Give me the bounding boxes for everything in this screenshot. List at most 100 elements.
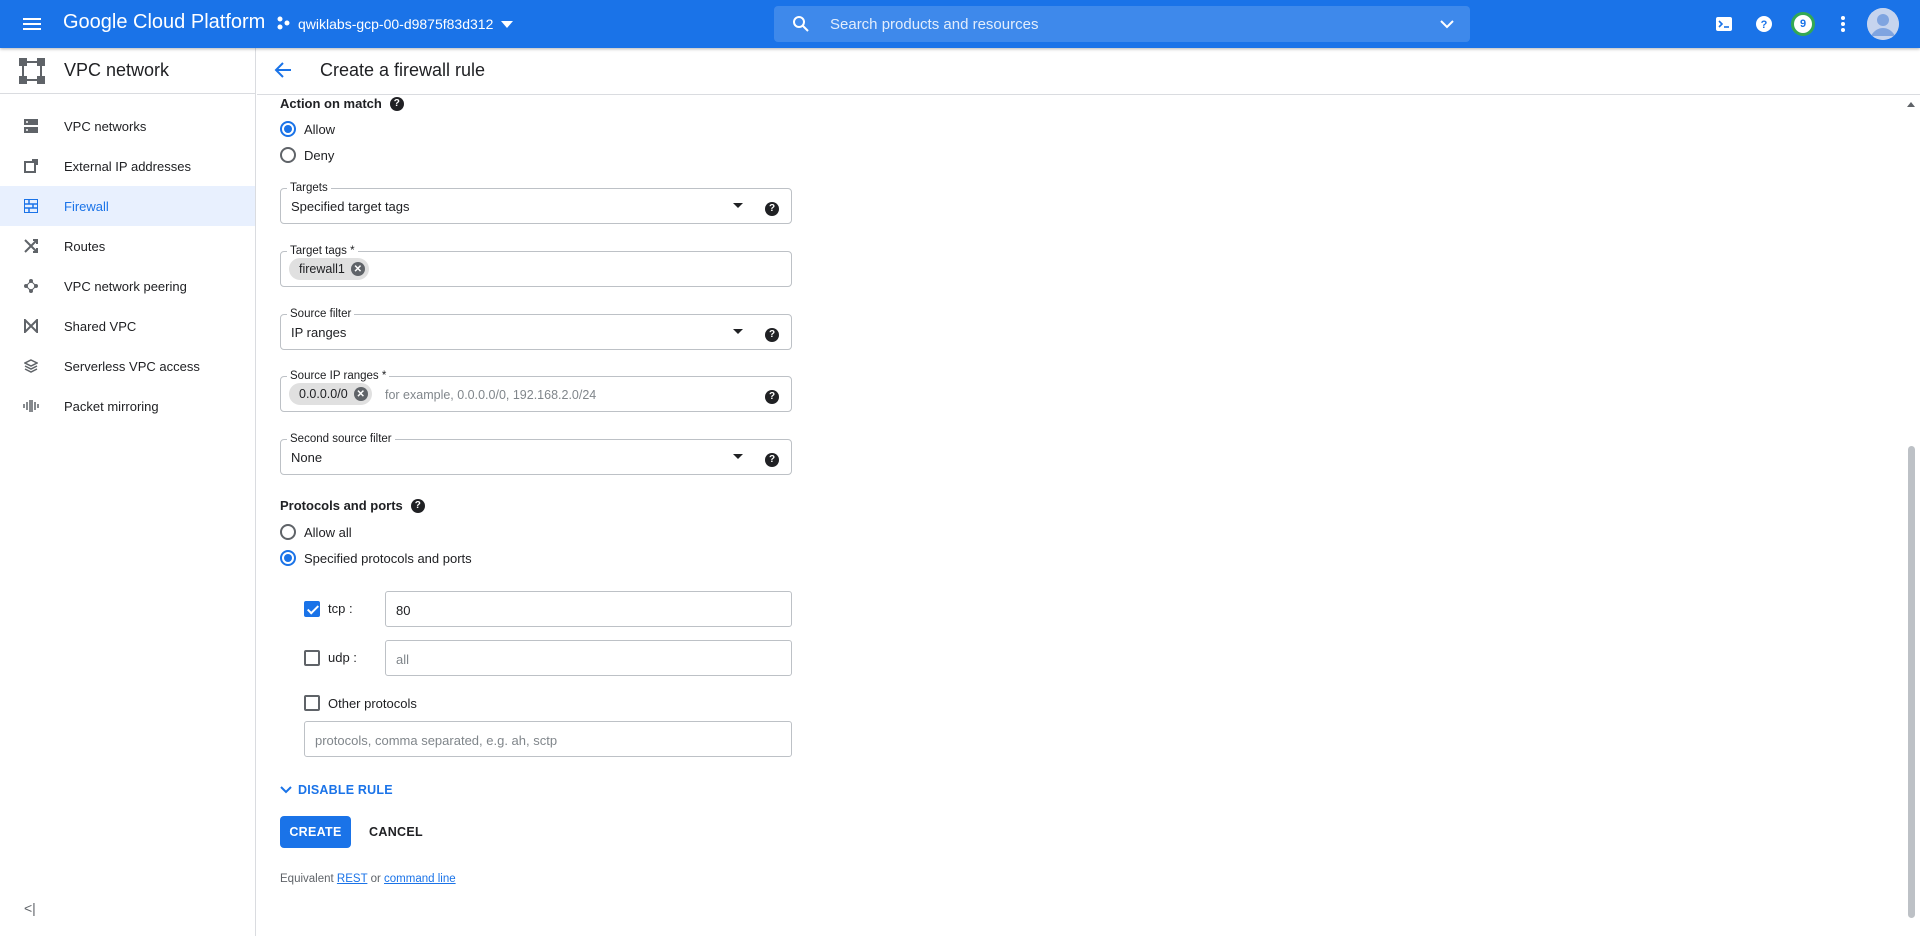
second-source-filter-value: None	[291, 450, 323, 465]
radio-button[interactable]	[280, 550, 296, 566]
sidebar-item-serverless-vpc[interactable]: Serverless VPC access	[0, 346, 255, 386]
vpc-network-logo-icon	[18, 57, 46, 88]
target-tags-input[interactable]: Target tags * firewall1 ✕	[280, 244, 792, 287]
sidebar-item-packet-mirroring[interactable]: Packet mirroring	[0, 386, 255, 426]
protocols-ports-section: Protocols and ports ?	[280, 498, 425, 513]
command-line-link[interactable]: command line	[384, 873, 456, 885]
sidebar-item-vpc-networks[interactable]: VPC networks	[0, 106, 255, 146]
udp-ports-input[interactable]: all	[385, 640, 792, 676]
radio-label: Deny	[304, 147, 335, 163]
help-icon[interactable]: ?	[765, 450, 779, 467]
equivalent-or: or	[370, 873, 381, 885]
radio-allow[interactable]: Allow	[280, 121, 335, 137]
notifications-icon[interactable]: 9	[1791, 12, 1815, 36]
targets-value: Specified target tags	[291, 199, 410, 214]
radio-button[interactable]	[280, 524, 296, 540]
help-icon[interactable]: ?	[765, 199, 779, 216]
source-ip-placeholder: for example, 0.0.0.0/0, 192.168.2.0/24	[385, 388, 597, 402]
help-icon[interactable]: ?	[765, 387, 779, 404]
targets-label: Targets	[287, 181, 331, 195]
shared-vpc-icon	[22, 318, 40, 334]
search-expand-icon[interactable]	[1438, 15, 1456, 36]
source-filter-select[interactable]: Source filter IP ranges ?	[280, 307, 792, 350]
sidebar-item-label: External IP addresses	[64, 158, 191, 174]
udp-ports-placeholder: all	[396, 652, 410, 667]
hamburger-menu-icon[interactable]	[20, 12, 44, 36]
sidebar-item-label: Firewall	[64, 198, 109, 214]
notification-count: 9	[1791, 12, 1815, 36]
radio-deny[interactable]: Deny	[280, 147, 334, 163]
firewall-icon	[22, 198, 40, 214]
serverless-icon	[22, 358, 40, 374]
dropdown-arrow-icon	[733, 454, 743, 459]
radio-button[interactable]	[280, 121, 296, 137]
other-protocols-checkbox[interactable]	[304, 695, 320, 711]
vpc-networks-icon	[22, 118, 40, 134]
radio-button[interactable]	[280, 147, 296, 163]
routes-icon	[22, 238, 40, 254]
page-scrollbar[interactable]	[1902, 96, 1920, 936]
collapse-sidebar-icon[interactable]: <|	[24, 900, 36, 916]
sidebar-item-firewall[interactable]: Firewall	[0, 186, 255, 226]
search-placeholder: Search products and resources	[830, 15, 1039, 33]
udp-checkbox[interactable]	[304, 650, 320, 666]
second-source-filter-select[interactable]: Second source filter None ?	[280, 432, 792, 475]
target-tags-label: Target tags *	[287, 244, 358, 258]
dropdown-arrow-icon	[733, 329, 743, 334]
help-icon[interactable]: ?	[410, 498, 425, 513]
other-protocols-placeholder: protocols, comma separated, e.g. ah, sct…	[315, 733, 558, 748]
targets-select[interactable]: Targets Specified target tags ?	[280, 181, 792, 224]
help-icon[interactable]: ?	[765, 325, 779, 342]
account-avatar[interactable]	[1867, 8, 1899, 40]
source-filter-value: IP ranges	[291, 325, 347, 340]
help-icon[interactable]: ?	[389, 96, 404, 111]
sidebar-item-routes[interactable]: Routes	[0, 226, 255, 266]
tcp-checkbox[interactable]	[304, 601, 320, 617]
chevron-down-icon	[280, 786, 292, 794]
dropdown-arrow-icon	[733, 203, 743, 208]
more-options-icon[interactable]	[1831, 12, 1855, 36]
search-bar[interactable]: Search products and resources	[774, 6, 1470, 42]
source-ip-ranges-input[interactable]: Source IP ranges * 0.0.0.0/0 ✕ for examp…	[280, 369, 792, 412]
packet-mirroring-icon	[22, 398, 40, 414]
help-icon[interactable]: ?	[1752, 12, 1776, 36]
back-arrow-icon[interactable]	[273, 60, 293, 83]
other-protocols-input[interactable]: protocols, comma separated, e.g. ah, sct…	[304, 721, 792, 757]
tcp-ports-input[interactable]: 80	[385, 591, 792, 627]
source-ip-ranges-label: Source IP ranges *	[287, 369, 390, 383]
equivalent-prefix: Equivalent	[280, 873, 334, 885]
remove-chip-icon[interactable]: ✕	[350, 262, 365, 276]
sidebar-item-shared-vpc[interactable]: Shared VPC	[0, 306, 255, 346]
sidebar-nav: VPC networks External IP addresses Firew…	[0, 106, 255, 426]
scrollbar-thumb[interactable]	[1908, 446, 1915, 918]
action-on-match-section: Action on match ?	[280, 96, 404, 111]
sidebar-item-vpc-peering[interactable]: VPC network peering	[0, 266, 255, 306]
sidebar-item-external-ip[interactable]: External IP addresses	[0, 146, 255, 186]
external-ip-icon	[22, 158, 40, 174]
remove-chip-icon[interactable]: ✕	[353, 387, 368, 401]
radio-allow-all[interactable]: Allow all	[280, 524, 352, 540]
create-button[interactable]: CREATE	[280, 816, 351, 848]
sidebar-item-label: Serverless VPC access	[64, 358, 200, 374]
radio-label: Specified protocols and ports	[304, 550, 472, 566]
radio-specified-protocols[interactable]: Specified protocols and ports	[280, 550, 472, 566]
project-selector[interactable]: qwiklabs-gcp-00-d9875f83d312	[276, 9, 514, 39]
tcp-ports-value: 80	[396, 603, 411, 618]
sidebar-item-label: Routes	[64, 238, 106, 254]
peering-icon	[22, 278, 40, 294]
app-title[interactable]: Google Cloud Platform	[63, 11, 265, 34]
second-source-filter-label: Second source filter	[287, 432, 395, 446]
disable-rule-label: DISABLE RULE	[298, 783, 393, 797]
radio-label: Allow all	[304, 524, 352, 540]
tcp-label: tcp :	[328, 601, 353, 616]
chip-label: 0.0.0.0/0	[299, 387, 348, 401]
sidebar-item-label: Packet mirroring	[64, 398, 159, 414]
scroll-up-arrow-icon[interactable]	[1907, 102, 1915, 107]
disable-rule-toggle[interactable]: DISABLE RULE	[280, 783, 393, 797]
cancel-button[interactable]: CANCEL	[360, 816, 432, 848]
top-bar: Google Cloud Platform qwiklabs-gcp-00-d9…	[0, 0, 1920, 48]
sidebar-item-label: Shared VPC	[64, 318, 137, 334]
rest-link[interactable]: REST	[337, 873, 367, 885]
cloud-shell-icon[interactable]	[1712, 12, 1736, 36]
chevron-down-icon	[501, 16, 514, 32]
